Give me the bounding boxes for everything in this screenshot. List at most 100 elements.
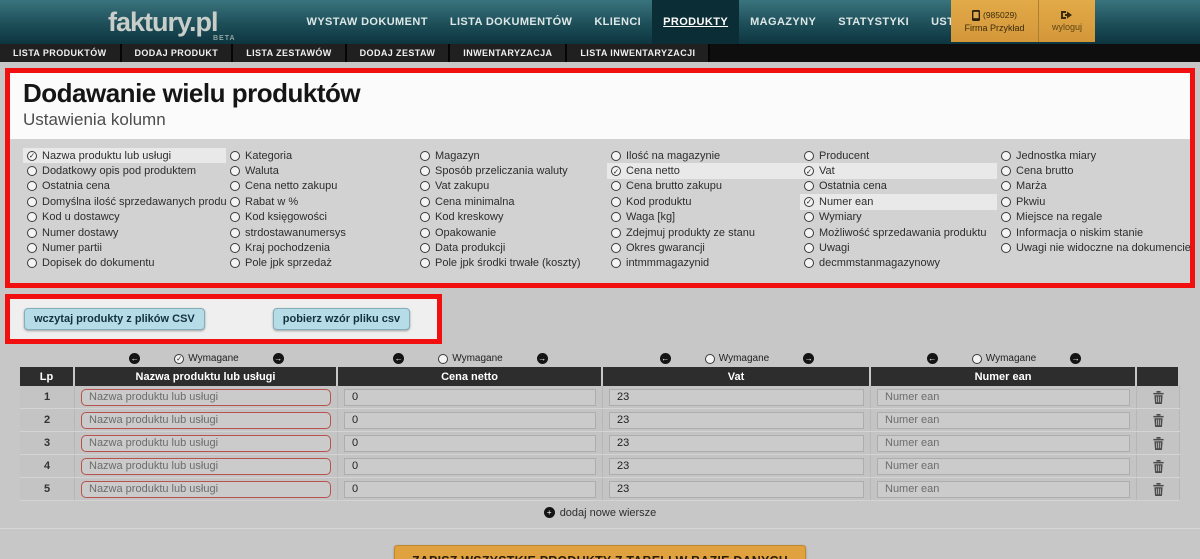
column-option-kraj-pochodzenia[interactable]: Kraj pochodzenia <box>226 240 416 255</box>
column-option-vat[interactable]: ✓ Vat <box>800 163 997 179</box>
column-option-rabat-w[interactable]: Rabat w % <box>226 194 416 209</box>
column-option-pole-jpk-rodki-trwa-e-koszty[interactable]: Pole jpk środki trwałe (koszty) <box>416 256 607 271</box>
column-option-cena-netto-zakupu[interactable]: Cena netto zakupu <box>226 179 416 194</box>
vat-input[interactable] <box>609 480 864 498</box>
column-option-okres-gwarancji[interactable]: Okres gwarancji <box>607 240 800 255</box>
subnav-item-lista-zestaw-w[interactable]: LISTA ZESTAWÓW <box>233 44 347 62</box>
move-column-right-icon[interactable]: → <box>1070 353 1082 365</box>
subnav-item-dodaj-zestaw[interactable]: DODAJ ZESTAW <box>346 44 451 62</box>
subnav-item-dodaj-produkt[interactable]: DODAJ PRODUKT <box>121 44 234 62</box>
column-option-ostatnia-cena[interactable]: Ostatnia cena <box>800 179 997 194</box>
account-box[interactable]: (985029) Firma Przykład <box>951 0 1039 42</box>
column-option-mo-liwo-sprzedawania-produktu[interactable]: Możliwość sprzedawania produktu <box>800 225 997 240</box>
cena-netto-input[interactable] <box>344 388 596 406</box>
column-option-cena-minimalna[interactable]: Cena minimalna <box>416 194 607 209</box>
ean-input[interactable] <box>877 411 1130 429</box>
move-column-left-icon[interactable]: ← <box>129 353 141 365</box>
column-option-spos-b-przeliczania-waluty[interactable]: Sposób przeliczania waluty <box>416 163 607 178</box>
nav-item-klienci[interactable]: KLIENCI <box>583 0 652 44</box>
column-option-miejsce-na-regale[interactable]: Miejsce na regale <box>997 210 1195 225</box>
column-option-magazyn[interactable]: Magazyn <box>416 148 607 163</box>
nav-item-magazyny[interactable]: MAGAZYNY <box>739 0 827 44</box>
column-option-uwagi-nie-widoczne-na-dokumencie[interactable]: Uwagi nie widoczne na dokumencie <box>997 240 1195 255</box>
product-name-input[interactable] <box>81 388 331 406</box>
column-option-informacja-o-niskim-stanie[interactable]: Informacja o niskim stanie <box>997 225 1195 240</box>
required-toggle[interactable]: ✓ Wymagane <box>174 353 239 364</box>
column-option-kod-kreskowy[interactable]: Kod kreskowy <box>416 210 607 225</box>
app-logo[interactable]: faktury.pl BETA <box>108 7 235 42</box>
column-option-wymiary[interactable]: Wymiary <box>800 210 997 225</box>
column-option-domy-lna-ilo-sprzedawanych-produkt-w[interactable]: Domyślna ilość sprzedawanych produktów <box>23 194 226 209</box>
column-option-uwagi[interactable]: Uwagi <box>800 240 997 255</box>
required-toggle[interactable]: Wymagane <box>971 353 1036 364</box>
delete-row-button[interactable] <box>1151 412 1166 429</box>
column-option-dodatkowy-opis-pod-produktem[interactable]: Dodatkowy opis pod produktem <box>23 163 226 178</box>
column-option-numer-ean[interactable]: ✓ Numer ean <box>800 194 997 210</box>
required-toggle[interactable]: Wymagane <box>438 353 503 364</box>
column-option-kategoria[interactable]: Kategoria <box>226 148 416 163</box>
product-name-input[interactable] <box>81 411 331 429</box>
cena-netto-input[interactable] <box>344 434 596 452</box>
nav-item-statystyki[interactable]: STATYSTYKI <box>827 0 920 44</box>
column-option-numer-partii[interactable]: Numer partii <box>23 240 226 255</box>
column-option-vat-zakupu[interactable]: Vat zakupu <box>416 179 607 194</box>
delete-row-button[interactable] <box>1151 435 1166 452</box>
column-option-pole-jpk-sprzeda[interactable]: Pole jpk sprzedaż <box>226 256 416 271</box>
column-option-numer-dostawy[interactable]: Numer dostawy <box>23 225 226 240</box>
vat-input[interactable] <box>609 411 864 429</box>
column-option-mar-a[interactable]: Marża <box>997 179 1195 194</box>
ean-input[interactable] <box>877 457 1130 475</box>
column-option-kod-ksi-gowo-ci[interactable]: Kod księgowości <box>226 210 416 225</box>
move-column-right-icon[interactable]: → <box>803 353 815 365</box>
move-column-left-icon[interactable]: ← <box>659 353 671 365</box>
vat-input[interactable] <box>609 434 864 452</box>
download-csv-template-button[interactable]: pobierz wzór pliku csv <box>272 308 411 331</box>
subnav-item-lista-inwentaryzacji[interactable]: LISTA INWENTARYZACJI <box>567 44 711 62</box>
column-option-dopisek-do-dokumentu[interactable]: Dopisek do dokumentu <box>23 256 226 271</box>
move-column-left-icon[interactable]: ← <box>393 353 405 365</box>
logout-button[interactable]: wyloguj <box>1039 0 1095 42</box>
vat-input[interactable] <box>609 457 864 475</box>
column-option-cena-netto[interactable]: ✓ Cena netto <box>607 163 800 179</box>
cena-netto-input[interactable] <box>344 457 596 475</box>
add-rows-link[interactable]: + dodaj nowe wiersze <box>0 505 1200 520</box>
subnav-item-lista-produkt-w[interactable]: LISTA PRODUKTÓW <box>0 44 122 62</box>
required-toggle[interactable]: Wymagane <box>704 353 769 364</box>
ean-input[interactable] <box>877 434 1130 452</box>
nav-item-produkty[interactable]: PRODUKTY <box>652 0 740 44</box>
column-option-kod-u-dostawcy[interactable]: Kod u dostawcy <box>23 210 226 225</box>
cena-netto-input[interactable] <box>344 480 596 498</box>
nav-item-lista-dokument-w[interactable]: LISTA DOKUMENTÓW <box>439 0 584 44</box>
column-option-producent[interactable]: Producent <box>800 148 997 163</box>
delete-row-button[interactable] <box>1151 481 1166 498</box>
move-column-right-icon[interactable]: → <box>272 353 284 365</box>
column-option-ilo-na-magazynie[interactable]: Ilość na magazynie <box>607 148 800 163</box>
subnav-item-inwentaryzacja[interactable]: INWENTARYZACJA <box>450 44 568 62</box>
column-option-intmmmagazynid[interactable]: intmmmagazynid <box>607 256 800 271</box>
delete-row-button[interactable] <box>1151 458 1166 475</box>
column-option-nazwa-produktu-lub-us-ugi[interactable]: ✓ Nazwa produktu lub usługi <box>23 148 226 164</box>
ean-input[interactable] <box>877 480 1130 498</box>
vat-input[interactable] <box>609 388 864 406</box>
column-option-pkwiu[interactable]: Pkwiu <box>997 194 1195 209</box>
column-option-opakowanie[interactable]: Opakowanie <box>416 225 607 240</box>
product-name-input[interactable] <box>81 480 331 498</box>
column-option-zdejmuj-produkty-ze-stanu[interactable]: Zdejmuj produkty ze stanu <box>607 225 800 240</box>
column-option-kod-produktu[interactable]: Kod produktu <box>607 194 800 209</box>
column-option-decmmstanmagazynowy[interactable]: decmmstanmagazynowy <box>800 256 997 271</box>
nav-item-wystaw-dokument[interactable]: WYSTAW DOKUMENT <box>296 0 439 44</box>
load-csv-button[interactable]: wczytaj produkty z plików CSV <box>24 308 205 331</box>
column-option-cena-brutto-zakupu[interactable]: Cena brutto zakupu <box>607 179 800 194</box>
move-column-left-icon[interactable]: ← <box>926 353 938 365</box>
column-option-waga-kg[interactable]: Waga [kg] <box>607 210 800 225</box>
delete-row-button[interactable] <box>1151 389 1166 406</box>
column-option-cena-brutto[interactable]: Cena brutto <box>997 163 1195 178</box>
ean-input[interactable] <box>877 388 1130 406</box>
column-option-waluta[interactable]: Waluta <box>226 163 416 178</box>
product-name-input[interactable] <box>81 457 331 475</box>
column-option-strdostawanumersys[interactable]: strdostawanumersys <box>226 225 416 240</box>
move-column-right-icon[interactable]: → <box>536 353 548 365</box>
save-all-button[interactable]: ZAPISZ WSZYSTKIE PRODUKTY Z TABELI W BAZ… <box>393 545 806 559</box>
column-option-data-produkcji[interactable]: Data produkcji <box>416 240 607 255</box>
product-name-input[interactable] <box>81 434 331 452</box>
